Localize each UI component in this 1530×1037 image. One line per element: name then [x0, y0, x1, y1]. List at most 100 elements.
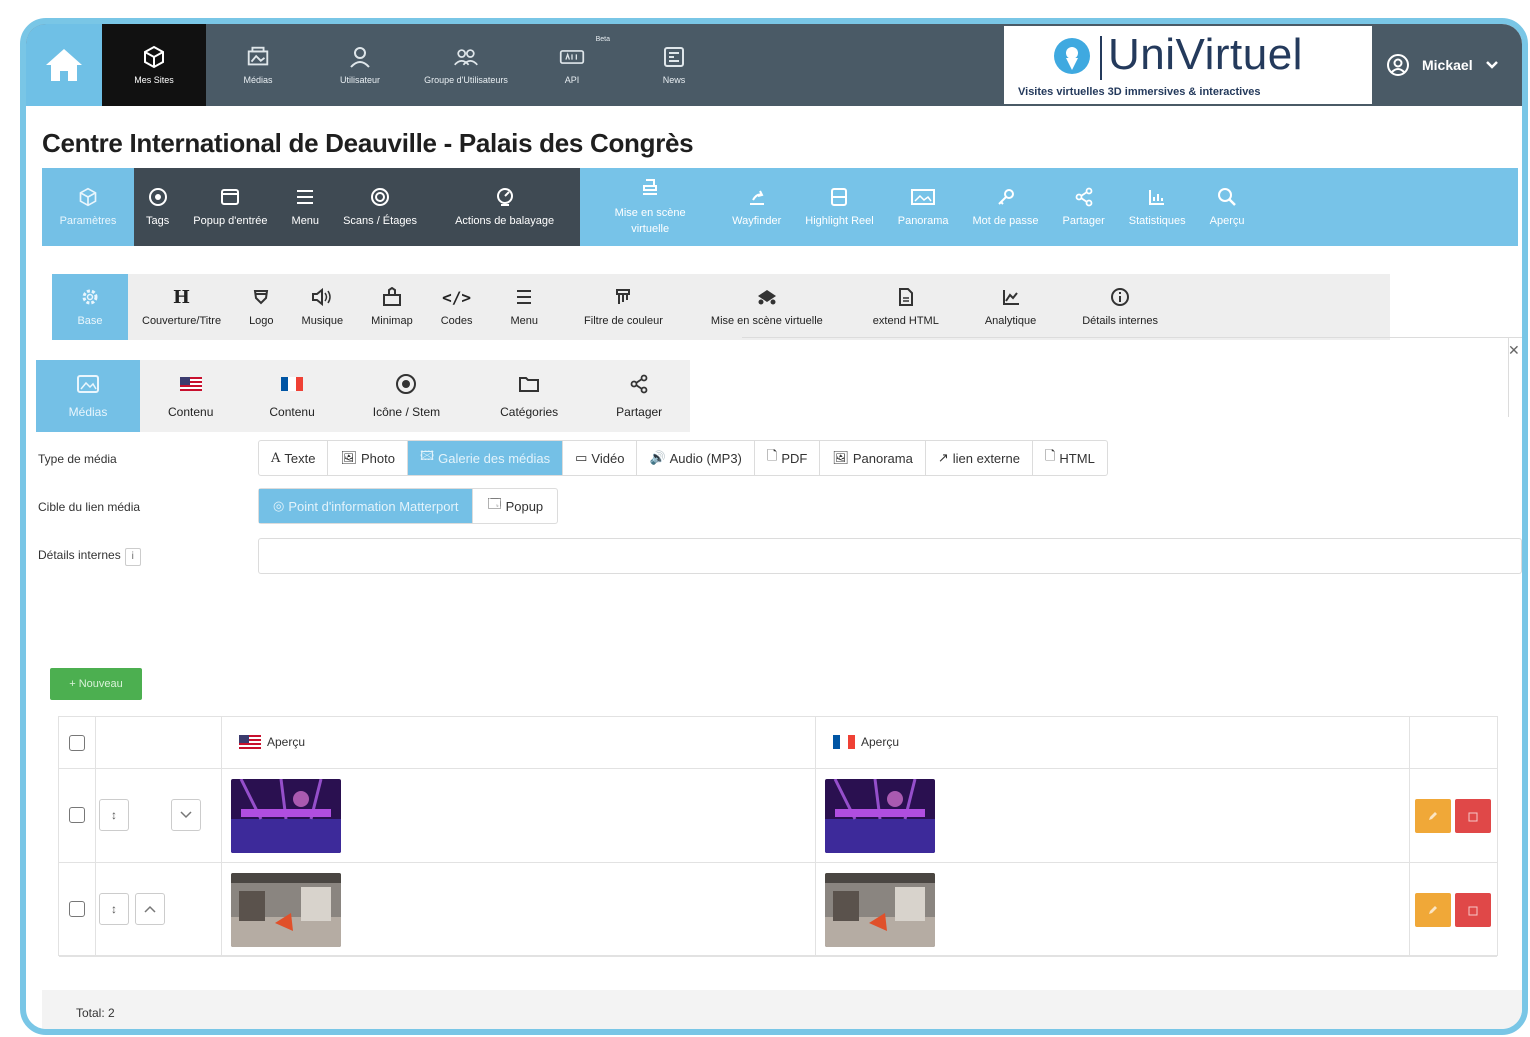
subtoolbar-codes[interactable]: </> Codes — [427, 274, 487, 340]
toolbar-partager[interactable]: Partager — [1051, 168, 1117, 246]
table-row: ↕ — [59, 769, 1497, 863]
nav-news[interactable]: News — [622, 24, 726, 106]
edit-button[interactable] — [1415, 799, 1451, 833]
stage-icon — [640, 177, 660, 197]
subtoolbar-details-internes[interactable]: Détails internes — [1058, 274, 1182, 340]
media-icon — [245, 45, 271, 69]
link-target-matterport[interactable]: ◎ Point d'information Matterport — [259, 489, 474, 523]
toolbar-parametres[interactable]: Paramètres — [42, 168, 134, 246]
move-down-button[interactable] — [171, 799, 201, 831]
flag-fr-icon — [281, 373, 304, 395]
tab-categories[interactable]: Catégories — [470, 360, 588, 432]
divider — [742, 337, 1522, 338]
subtoolbar-menu[interactable]: Menu — [487, 274, 563, 340]
chevron-down-icon — [1485, 61, 1498, 69]
nav-medias[interactable]: Médias — [206, 24, 310, 106]
delete-button[interactable] — [1455, 893, 1491, 927]
details-input[interactable] — [258, 538, 1522, 574]
heading-icon: H — [173, 286, 191, 308]
nav-groupe-utilisateurs[interactable]: Groupe d'Utilisateurs — [410, 24, 522, 106]
speaker-icon — [311, 287, 333, 307]
toolbar-popup-entree[interactable]: Popup d'entrée — [181, 168, 279, 246]
nav-api[interactable]: API Beta — [522, 24, 622, 106]
toolbar-panorama[interactable]: Panorama — [886, 168, 961, 246]
stage-icon — [756, 287, 778, 307]
subtoolbar-analytique[interactable]: Analytique — [963, 274, 1058, 340]
media-type-photo[interactable]: 🖼 Photo — [328, 441, 408, 475]
toolbar-wayfinder[interactable]: Wayfinder — [720, 168, 793, 246]
video-icon: ▭ — [575, 450, 588, 465]
home-button[interactable] — [26, 24, 102, 106]
tab-contenu-fr[interactable]: Contenu — [241, 360, 342, 432]
exhibition-hall-image — [825, 873, 935, 947]
flag-us-icon — [179, 373, 202, 395]
media-type-video[interactable]: ▭ Vidéo — [563, 441, 638, 475]
toolbar-highlight-reel[interactable]: Highlight Reel — [793, 168, 885, 246]
media-type-lien-externe[interactable]: ↗ lien externe — [926, 441, 1033, 475]
brand-logo[interactable]: UniVirtuel Visites virtuelles 3D immersi… — [1004, 26, 1372, 104]
subtoolbar-couverture-titre[interactable]: H Couverture/Titre — [128, 274, 235, 340]
link-target-selector: ◎ Point d'information Matterport 🗔 Popup — [258, 488, 559, 524]
target-icon — [148, 187, 168, 207]
toolbar-dark-section: Tags Popup d'entrée Menu Scans / Étages … — [134, 168, 581, 246]
toolbar-mot-de-passe[interactable]: Mot de passe — [961, 168, 1051, 246]
user-menu[interactable]: Mickael — [1386, 24, 1499, 106]
user-circle-icon — [1387, 54, 1409, 76]
delete-button[interactable] — [1455, 799, 1491, 833]
row-checkbox[interactable] — [69, 807, 85, 823]
subtoolbar-musique[interactable]: Musique — [288, 274, 358, 340]
subtoolbar-filtre-couleur[interactable]: Filtre de couleur — [562, 274, 685, 340]
drag-handle-icon[interactable]: ↕ — [99, 799, 129, 831]
toolbar-actions-balayage[interactable]: Actions de balayage — [429, 168, 580, 246]
tab-partager[interactable]: Partager — [588, 360, 690, 432]
gear-icon — [80, 287, 100, 307]
code-icon: </> — [442, 287, 472, 307]
subtoolbar-base[interactable]: Base — [52, 274, 128, 340]
link-target-label: Cible du lien média — [38, 500, 141, 514]
chevron-up-icon — [144, 905, 156, 913]
link-target-popup[interactable]: 🗔 Popup — [473, 489, 557, 523]
shield-icon — [252, 287, 270, 307]
media-type-pdf[interactable]: 🗋 PDF — [755, 441, 821, 475]
reel-icon — [830, 187, 848, 207]
tab-medias[interactable]: Médias — [36, 360, 140, 432]
trash-icon — [1468, 906, 1478, 916]
toolbar-apercu[interactable]: Aperçu — [1198, 168, 1257, 246]
tab-contenu-en[interactable]: Contenu — [140, 360, 241, 432]
toolbar-statistiques[interactable]: Statistiques — [1117, 168, 1198, 246]
media-type-audio[interactable]: 🔊 Audio (MP3) — [637, 441, 755, 475]
toolbar-mise-en-scene[interactable]: Mise en scène virtuelle — [580, 168, 720, 246]
toolbar-scans-etages[interactable]: Scans / Étages — [331, 168, 429, 246]
subtoolbar-mise-en-scene[interactable]: Mise en scène virtuelle — [685, 274, 849, 340]
sub-toolbar: Base H Couverture/Titre Logo Musique Min… — [52, 274, 1390, 340]
row-checkbox[interactable] — [69, 901, 85, 917]
nav-mes-sites[interactable]: Mes Sites — [102, 24, 206, 106]
edit-button[interactable] — [1415, 893, 1451, 927]
brand-tagline: Visites virtuelles 3D immersives & inter… — [1018, 86, 1261, 98]
media-type-galerie[interactable]: 🖾 Galerie des médias — [407, 441, 564, 475]
chevron-down-icon — [180, 811, 192, 819]
main-toolbar: Paramètres Tags Popup d'entrée Menu Scan… — [42, 168, 1518, 246]
subtoolbar-logo[interactable]: Logo — [235, 274, 287, 340]
toolbar-tags[interactable]: Tags — [134, 168, 181, 246]
media-table: Aperçu Aperçu ↕ ↕ — [58, 716, 1498, 957]
toolbar-menu[interactable]: Menu — [280, 168, 332, 246]
drag-handle-icon[interactable]: ↕ — [99, 893, 129, 925]
nav-utilisateur[interactable]: Utilisateur — [310, 24, 410, 106]
new-item-button[interactable]: + Nouveau — [50, 668, 142, 700]
close-icon[interactable]: ✕ — [1508, 342, 1522, 359]
subtoolbar-minimap[interactable]: Minimap — [357, 274, 427, 340]
move-up-button[interactable] — [135, 893, 165, 925]
file-icon: 🗋 — [766, 448, 778, 463]
info-badge[interactable]: i — [124, 548, 141, 566]
sweep-icon — [495, 187, 515, 207]
media-type-panorama[interactable]: 🖼 Panorama — [820, 441, 926, 475]
pencil-icon — [1429, 906, 1437, 914]
top-navigation: Mes Sites Médias Utilisateur Groupe d'Ut… — [26, 24, 1522, 106]
beta-badge: Beta — [595, 36, 610, 43]
media-type-texte[interactable]: A Texte — [259, 441, 329, 475]
tab-icone-stem[interactable]: Icône / Stem — [343, 360, 470, 432]
media-type-html[interactable]: 🗋 HTML — [1033, 441, 1107, 475]
subtoolbar-extend-html[interactable]: extend HTML — [849, 274, 963, 340]
select-all-checkbox[interactable] — [69, 735, 85, 751]
